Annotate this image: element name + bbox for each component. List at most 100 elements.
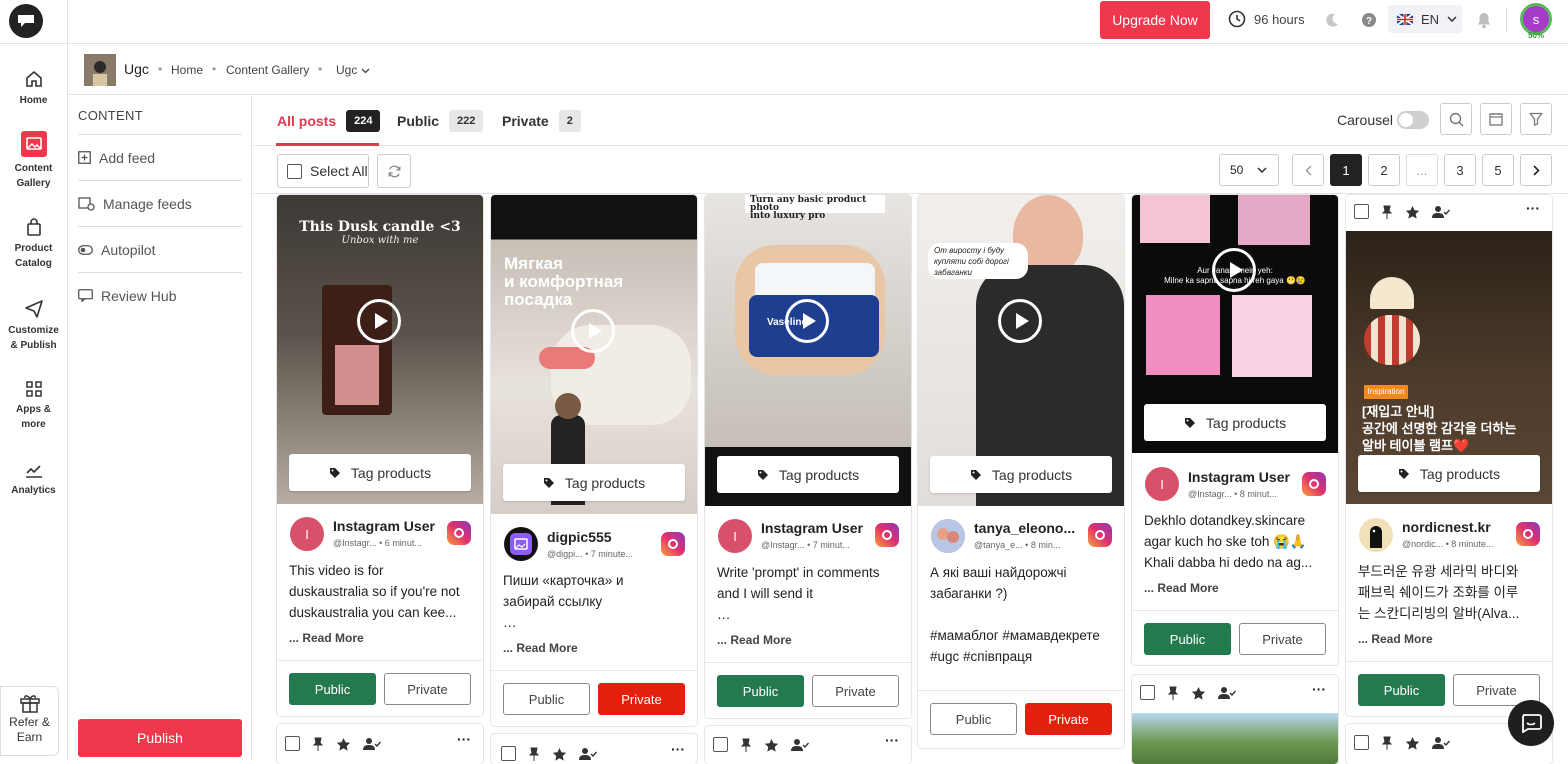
upgrade-button[interactable]: Upgrade Now: [1100, 1, 1210, 39]
filter-button[interactable]: [1520, 103, 1552, 135]
play-icon[interactable]: [998, 299, 1042, 343]
user-check-icon[interactable]: [363, 737, 381, 750]
tab-all-posts[interactable]: All posts 224: [277, 110, 381, 132]
play-icon[interactable]: [1212, 248, 1256, 292]
select-checkbox[interactable]: [501, 746, 516, 761]
hours-indicator[interactable]: 96 hours: [1228, 10, 1305, 28]
select-checkbox[interactable]: [713, 737, 728, 752]
prev-page-button[interactable]: [1292, 154, 1324, 186]
per-page-select[interactable]: 50: [1219, 154, 1279, 186]
post-card[interactable]: Aur Janam mein yeh: Milne ka sapna sapna…: [1132, 195, 1338, 665]
refer-earn-button[interactable]: Refer & Earn: [0, 686, 59, 756]
tag-products-button[interactable]: Tag products: [1144, 404, 1326, 441]
post-card[interactable]: Turn any basic product photo into luxury…: [705, 195, 911, 718]
read-more-link[interactable]: ... Read More: [289, 631, 364, 645]
breadcrumb-home[interactable]: Home: [171, 63, 203, 77]
more-options-icon[interactable]: ···: [885, 732, 899, 748]
public-button[interactable]: Public: [1358, 674, 1445, 706]
public-button[interactable]: Public: [930, 703, 1017, 735]
breadcrumb-current[interactable]: Ugc: [336, 63, 370, 77]
post-card[interactable]: ···: [1132, 675, 1338, 764]
language-selector[interactable]: EN: [1388, 5, 1462, 33]
post-card[interactable]: This Dusk candle <3 Unbox with me Tag pr…: [277, 195, 483, 716]
tag-products-button[interactable]: Tag products: [930, 456, 1112, 493]
bell-icon[interactable]: [1474, 10, 1494, 30]
user-check-icon[interactable]: [1432, 736, 1450, 749]
moon-icon[interactable]: [1322, 10, 1342, 30]
post-media[interactable]: [1132, 713, 1338, 764]
page-5-button[interactable]: 5: [1482, 154, 1514, 186]
app-logo[interactable]: [9, 4, 43, 38]
tag-products-button[interactable]: Tag products: [289, 454, 471, 491]
public-button[interactable]: Public: [1144, 623, 1231, 655]
calendar-button[interactable]: [1480, 103, 1512, 135]
more-options-icon[interactable]: ···: [457, 731, 471, 747]
tab-public[interactable]: Public 222: [397, 110, 484, 132]
nav-home[interactable]: Home: [0, 69, 67, 108]
search-button[interactable]: [1440, 103, 1472, 135]
read-more-link[interactable]: ... Read More: [1144, 581, 1219, 595]
play-icon[interactable]: [571, 309, 615, 353]
menu-autopilot[interactable]: Autopilot: [78, 226, 242, 272]
menu-manage-feeds[interactable]: Manage feeds: [78, 180, 242, 226]
public-button[interactable]: Public: [717, 675, 804, 707]
public-button[interactable]: Public: [289, 673, 376, 705]
select-checkbox[interactable]: [1140, 685, 1155, 700]
pin-icon[interactable]: [740, 738, 752, 752]
carousel-toggle[interactable]: [1397, 111, 1429, 129]
play-icon[interactable]: [357, 299, 401, 343]
post-card[interactable]: Мягкая и комфортная посадка Tag products…: [491, 195, 697, 726]
more-options-icon[interactable]: ···: [1312, 681, 1326, 697]
user-check-icon[interactable]: [1218, 686, 1236, 699]
select-checkbox[interactable]: [1354, 204, 1369, 219]
star-icon[interactable]: [764, 738, 779, 752]
private-button[interactable]: Private: [812, 675, 899, 707]
user-check-icon[interactable]: [1432, 205, 1450, 218]
tab-private[interactable]: Private 2: [502, 110, 581, 132]
private-button[interactable]: Private: [384, 673, 471, 705]
breadcrumb-content-gallery[interactable]: Content Gallery: [226, 63, 309, 77]
tag-products-button[interactable]: Tag products: [1358, 455, 1540, 492]
select-all[interactable]: Select All: [277, 154, 369, 188]
more-options-icon[interactable]: ···: [671, 741, 685, 757]
post-card[interactable]: От виросту і буду купляти собі дорогі за…: [918, 195, 1124, 748]
refresh-button[interactable]: [377, 154, 411, 188]
more-options-icon[interactable]: ···: [1526, 200, 1540, 216]
nav-product-catalog[interactable]: Product Catalog: [0, 217, 67, 271]
play-icon[interactable]: [785, 299, 829, 343]
chat-button[interactable]: [1508, 700, 1554, 746]
pin-icon[interactable]: [1167, 686, 1179, 700]
post-card[interactable]: ···: [277, 724, 483, 764]
tag-products-button[interactable]: Tag products: [503, 464, 685, 501]
read-more-link[interactable]: ... Read More: [717, 633, 792, 647]
private-button[interactable]: Private: [598, 683, 685, 715]
select-checkbox[interactable]: [1354, 735, 1369, 750]
star-icon[interactable]: [336, 737, 351, 751]
pin-icon[interactable]: [528, 747, 540, 761]
nav-apps-more[interactable]: Apps & more: [0, 380, 67, 432]
page-2-button[interactable]: 2: [1368, 154, 1400, 186]
nav-customize-publish[interactable]: Customize & Publish: [0, 299, 67, 353]
private-button[interactable]: Private: [1025, 703, 1112, 735]
menu-review-hub[interactable]: Review Hub: [78, 272, 242, 318]
publish-button[interactable]: Publish: [78, 719, 242, 757]
star-icon[interactable]: [1405, 205, 1420, 219]
select-all-checkbox[interactable]: [287, 163, 302, 179]
nav-content-gallery[interactable]: Content Gallery: [0, 131, 67, 191]
next-page-button[interactable]: [1520, 154, 1552, 186]
star-icon[interactable]: [552, 747, 567, 761]
pin-icon[interactable]: [312, 737, 324, 751]
star-icon[interactable]: [1405, 736, 1420, 750]
nav-analytics[interactable]: Analytics: [0, 461, 67, 498]
pin-icon[interactable]: [1381, 736, 1393, 750]
star-icon[interactable]: [1191, 686, 1206, 700]
post-card[interactable]: ···: [705, 726, 911, 764]
menu-add-feed[interactable]: Add feed: [78, 134, 242, 180]
user-check-icon[interactable]: [579, 747, 597, 760]
page-3-button[interactable]: 3: [1444, 154, 1476, 186]
user-check-icon[interactable]: [791, 738, 809, 751]
public-button[interactable]: Public: [503, 683, 590, 715]
post-card[interactable]: ··· Inspiration [재입고 안내] 공간에 선명한 감각을 더하는…: [1346, 195, 1552, 716]
read-more-link[interactable]: ... Read More: [1358, 632, 1433, 646]
tag-products-button[interactable]: Tag products: [717, 456, 899, 493]
